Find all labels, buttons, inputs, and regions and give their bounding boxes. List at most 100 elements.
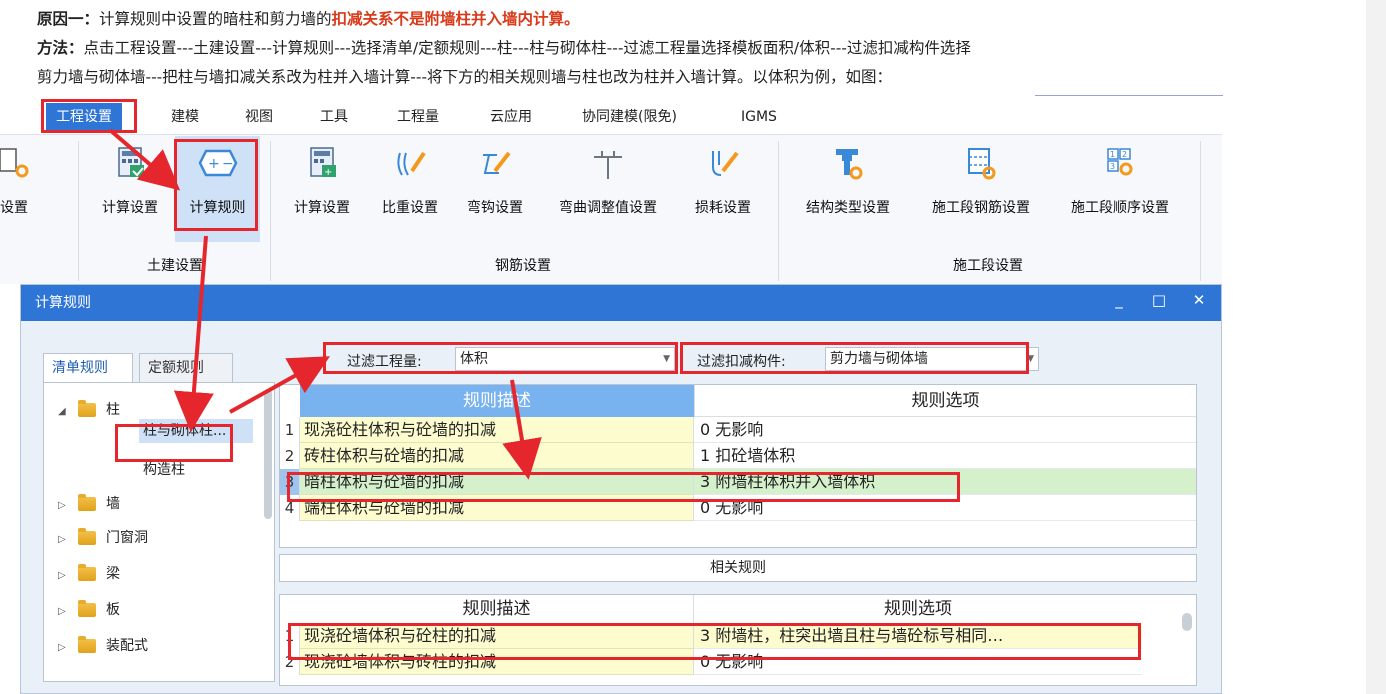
related-scrollbar[interactable] [1182, 613, 1192, 631]
ribbon-body: 设置 计算设置 + − 计算规则 + 计算设置 比重设置 弯钩设置 弯曲调整值设… [0, 134, 1222, 284]
expand-arrow-icon[interactable]: ▷ [58, 534, 72, 545]
rules-header-option: 规则选项 [694, 385, 1196, 417]
rules-header-desc: 规则描述 [300, 385, 694, 417]
struct-type-label: 结构类型设置 [806, 200, 890, 216]
table-row[interactable]: 1 现浇砼墙体积与砼柱的扣减 3 附墙柱，柱突出墙且柱与墙砼标号相同… [280, 623, 1196, 649]
calc-rules-button[interactable]: + − 计算规则 [175, 135, 260, 235]
folder-icon [78, 636, 96, 653]
bend-adjust-label: 弯曲调整值设置 [559, 200, 657, 216]
method-line-continued: 剪力墙与砌体墙---把柱与墙扣减关系改为柱并入墙计算---将下方的相关规则墙与柱… [37, 68, 893, 86]
table-row[interactable]: 1 现浇砼柱体积与砼墙的扣减 0 无影响 [280, 417, 1196, 443]
maximize-icon[interactable]: □ [1149, 291, 1169, 309]
quantity-filter-value: 体积 [460, 351, 488, 367]
method-prefix: 方法： [37, 39, 84, 57]
group-label-civil: 土建设置 [147, 258, 203, 274]
tree-item-column-masonry[interactable]: 柱与砌体柱... [139, 419, 253, 443]
calc-settings-civil-button[interactable]: 计算设置 [90, 135, 170, 235]
folder-icon [78, 564, 96, 581]
stage-order-label: 施工段顺序设置 [1071, 200, 1169, 216]
ribbon-btn-partial[interactable]: 设置 [0, 135, 66, 235]
tree-item-beam[interactable]: ▷ 梁 [58, 563, 120, 583]
tree-item-column[interactable]: ◢ 柱 [58, 399, 120, 419]
rules-header-corner [280, 385, 300, 417]
rule-option[interactable]: 0 无影响 [694, 649, 1142, 675]
expand-arrow-icon[interactable]: ▷ [58, 642, 72, 653]
table-row[interactable]: 4 端柱体积与砼墙的扣减 0 无影响 [280, 495, 1196, 521]
tab-project-settings[interactable]: 工程设置 [46, 103, 122, 131]
tab-bill-rules[interactable]: 清单规则 [43, 353, 133, 383]
expand-arrow-icon[interactable]: ▷ [58, 606, 72, 617]
expand-arrow-icon[interactable]: ▷ [58, 570, 72, 581]
calc-settings-rebar-button[interactable]: + 计算设置 [282, 135, 362, 235]
stage-order-button[interactable]: 1 2 3 施工段顺序设置 [1054, 135, 1186, 235]
reason-text: 计算规则中设置的暗柱和剪力墙的 [99, 10, 332, 28]
table-row[interactable]: 2 现浇砼墙体积与砖柱的扣减 0 无影响 [280, 649, 1196, 675]
tab-igms[interactable]: IGMS [741, 106, 777, 128]
minimize-icon[interactable]: _ [1109, 291, 1129, 309]
article-page: 原因一：计算规则中设置的暗柱和剪力墙的扣减关系不是附墙柱并入墙内计算。 方法：点… [0, 0, 1386, 694]
tab-collab[interactable]: 协同建模(限免) [582, 106, 677, 128]
related-header-desc: 规则描述 [300, 595, 694, 623]
calculator-icon [118, 147, 144, 177]
weight-settings-label: 比重设置 [382, 200, 438, 216]
calc-settings-rebar-label: 计算设置 [294, 200, 350, 216]
calc-settings-civil-label: 计算设置 [102, 200, 158, 216]
weight-settings-button[interactable]: 比重设置 [370, 135, 450, 235]
row-number: 2 [280, 649, 300, 675]
rule-option[interactable]: 0 无影响 [694, 417, 1196, 443]
tab-view[interactable]: 视图 [245, 106, 273, 128]
rule-option[interactable]: 3 附墙柱，柱突出墙且柱与墙砼标号相同… [694, 623, 1142, 649]
stage-rebar-button[interactable]: 施工段钢筋设置 [912, 135, 1050, 235]
related-header-option: 规则选项 [694, 595, 1142, 623]
rule-option[interactable]: 0 无影响 [694, 495, 1196, 521]
tree-item-label: 柱 [106, 402, 120, 418]
tab-quantity[interactable]: 工程量 [397, 106, 439, 128]
collapse-arrow-icon[interactable]: ◢ [58, 406, 72, 417]
tree-item-label: 装配式 [106, 638, 148, 654]
quantity-filter-select[interactable]: 体积 ▼ [455, 347, 675, 371]
close-icon[interactable]: ✕ [1189, 291, 1209, 309]
hook-edit-icon [483, 151, 511, 174]
reason-prefix: 原因一： [37, 10, 100, 28]
tab-modeling[interactable]: 建模 [171, 106, 199, 128]
quantity-filter-label: 过滤工程量: [347, 354, 422, 370]
rule-option[interactable]: 3 附墙柱体积并入墙体积 [694, 469, 1196, 495]
tab-cloud[interactable]: 云应用 [490, 106, 532, 128]
right-gutter [1366, 0, 1386, 694]
hook-settings-button[interactable]: 弯钩设置 [455, 135, 535, 235]
group-separator [778, 141, 779, 281]
rule-description: 现浇砼柱体积与砼墙的扣减 [300, 417, 694, 443]
tree-item-wall[interactable]: ▷ 墙 [58, 493, 120, 513]
group-label-stage: 施工段设置 [953, 258, 1023, 274]
folder-icon [78, 600, 96, 617]
tree-scrollbar[interactable] [264, 389, 272, 519]
tree-item-slab[interactable]: ▷ 板 [58, 599, 120, 619]
deduct-filter-label: 过滤扣减构件: [697, 354, 786, 370]
rule-description: 砖柱体积与砼墙的扣减 [300, 443, 694, 469]
structure-type-icon [836, 149, 863, 180]
svg-text:1: 1 [1110, 150, 1115, 159]
struct-type-button[interactable]: 结构类型设置 [790, 135, 906, 235]
deduct-filter-select[interactable]: 剪力墙与砌体墙 ▼ [825, 347, 1039, 371]
bend-adjust-button[interactable]: 弯曲调整值设置 [542, 135, 674, 235]
ribbon-tabbar: 工程设置 建模 视图 工具 工程量 云应用 协同建模(限免) IGMS [0, 100, 1222, 134]
tree-item-prefab[interactable]: ▷ 装配式 [58, 635, 148, 655]
tree-item-construct-column[interactable]: 构造柱 [143, 459, 185, 479]
rule-option[interactable]: 1 扣砼墙体积 [694, 443, 1196, 469]
tree-item-openings[interactable]: ▷ 门窗洞 [58, 527, 148, 547]
tab-tools[interactable]: 工具 [320, 106, 348, 128]
reason-line: 原因一：计算规则中设置的暗柱和剪力墙的扣减关系不是附墙柱并入墙内计算。 [37, 8, 580, 30]
tab-quota-rules[interactable]: 定额规则 [139, 353, 233, 383]
expand-arrow-icon[interactable]: ▷ [58, 500, 72, 511]
group-label-rebar: 钢筋设置 [495, 258, 551, 274]
dialog-title: 计算规则 [35, 295, 91, 311]
related-rules-bar: 相关规则 [279, 554, 1197, 582]
stage-rebar-icon [968, 148, 996, 180]
loss-settings-button[interactable]: 损耗设置 [682, 135, 764, 235]
tree-item-label: 墙 [106, 496, 120, 512]
dialog-titlebar[interactable]: 计算规则 _ □ ✕ [21, 285, 1221, 321]
rule-description: 现浇砼墙体积与砼柱的扣减 [300, 623, 694, 649]
table-row-selected[interactable]: 3 暗柱体积与砼墙的扣减 3 附墙柱体积并入墙体积 [280, 469, 1196, 495]
svg-text:−: − [222, 156, 234, 172]
table-row[interactable]: 2 砖柱体积与砼墙的扣减 1 扣砼墙体积 [280, 443, 1196, 469]
